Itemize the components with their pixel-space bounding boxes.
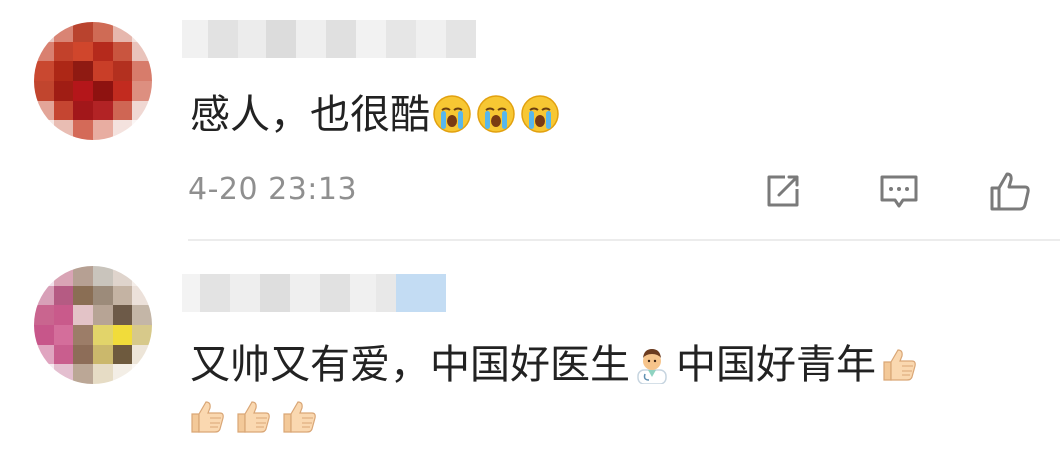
comment-list: 感人，也很酷 4-20 23:13 又帅又有爱，中国好医生 中国好青年 [0,0,1060,461]
comment-text: 又帅又有爱，中国好医生 中国好青年 [190,340,922,390]
comment-button[interactable] [874,168,924,214]
timestamp: 4-20 23:13 [188,172,358,207]
comment-text: 感人，也很酷 [190,90,564,140]
like-button[interactable] [985,168,1035,214]
emoji-group [186,396,324,436]
thumbs-up-icon [988,169,1032,213]
thumbs-up-emoji-icon [878,344,918,384]
thumbs-up-emoji-icon [232,396,272,436]
divider [188,239,1060,241]
comment-text-body: 感人，也很酷 [190,92,430,138]
share-button[interactable] [758,168,808,214]
share-icon [761,169,805,213]
username-blurred[interactable] [182,274,446,312]
comment-text-part: 中国好青年 [676,342,876,388]
loudly-crying-face-icon [520,94,560,134]
comment-text-part: 又帅又有爱，中国好医生 [190,342,630,388]
thumbs-up-emoji-icon [186,396,226,436]
comment-item: 又帅又有爱，中国好医生 中国好青年 [0,242,1060,461]
comment-icon [877,169,921,213]
avatar[interactable] [34,266,152,384]
username-blurred[interactable] [182,20,476,58]
loudly-crying-face-icon [432,94,472,134]
avatar[interactable] [34,22,152,140]
emoji-group [432,94,564,134]
loudly-crying-face-icon [476,94,516,134]
comment-item: 感人，也很酷 4-20 23:13 [0,0,1060,240]
doctor-emoji-icon [632,344,672,384]
thumbs-up-emoji-icon [278,396,318,436]
